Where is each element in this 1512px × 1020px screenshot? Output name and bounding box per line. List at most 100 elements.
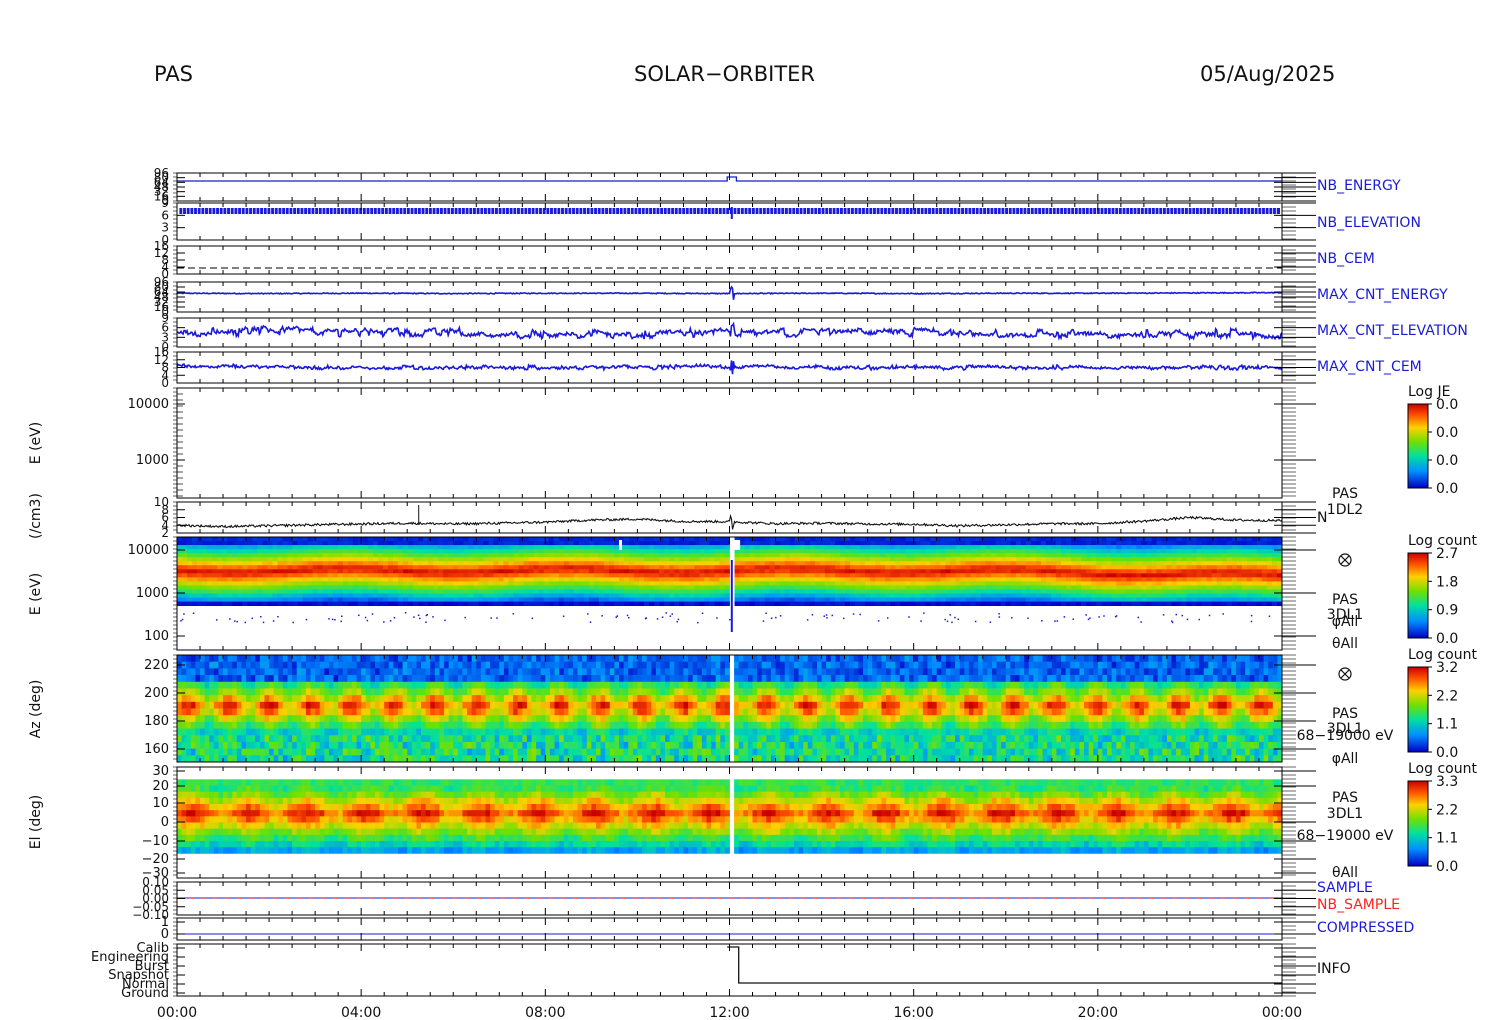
e-spectrogram-cell <box>980 577 987 582</box>
e-spectrogram-cell <box>1201 545 1208 550</box>
az-cell <box>388 701 394 709</box>
az-cell <box>282 681 288 689</box>
e-spectrogram-cell <box>890 577 896 582</box>
az-cell <box>186 715 192 723</box>
e-spectrogram-cell <box>262 573 268 578</box>
e-spectrogram-cell <box>423 573 429 578</box>
az-cell <box>264 728 270 736</box>
e-spectrogram-cell <box>1081 589 1087 594</box>
e-spectrogram-dot <box>729 618 731 621</box>
e-spectrogram-cell <box>608 561 615 566</box>
e-spectrogram-cell <box>332 557 339 562</box>
e-spectrogram-cell <box>789 565 796 570</box>
e-spectrogram-cell <box>197 589 203 594</box>
e-spectrogram-cell <box>1176 561 1182 566</box>
e-spectrogram-cell <box>975 553 982 558</box>
az-cell <box>213 728 219 736</box>
e-spectrogram-cell <box>498 569 504 574</box>
az-cell <box>398 688 403 696</box>
e-spectrogram-cell <box>819 585 826 590</box>
az-cell <box>310 695 316 703</box>
e-spectrogram-cell <box>985 545 992 550</box>
e-spectrogram-cell <box>267 549 273 554</box>
az-cell <box>388 728 394 736</box>
e-spectrogram-cell <box>603 577 610 582</box>
e-spectrogram-cell <box>498 553 504 558</box>
e-spectrogram-cell <box>297 601 303 607</box>
e-spectrogram-cell <box>1151 557 1157 562</box>
az-cell <box>264 715 270 723</box>
e-spectrogram-cell <box>1191 597 1198 602</box>
e-spectrogram-cell <box>709 601 715 607</box>
e-spectrogram-cell <box>1151 593 1157 598</box>
e-spectrogram-cell <box>222 565 228 570</box>
az-cell <box>241 721 247 729</box>
e-spectrogram-cell <box>990 593 997 598</box>
e-spectrogram-cell <box>1050 597 1057 602</box>
e-spectrogram-cell <box>202 553 208 558</box>
e-spectrogram-cell <box>573 565 580 570</box>
e-spectrogram-cell <box>438 585 444 590</box>
e-spectrogram-cell <box>277 601 283 607</box>
e-spectrogram-cell <box>438 541 444 546</box>
e-spectrogram-cell <box>1211 565 1218 570</box>
e-spectrogram-cell <box>362 589 369 594</box>
e-spectrogram-cell <box>634 593 640 598</box>
e-spectrogram-cell <box>237 581 243 586</box>
e-spectrogram-cell <box>699 553 705 558</box>
e-spectrogram-cell <box>593 537 600 542</box>
az-cell <box>218 708 224 716</box>
e-spectrogram-cell <box>292 549 298 554</box>
e-spectrogram-cell <box>885 577 891 582</box>
e-spectrogram-cell <box>538 577 545 582</box>
e-spectrogram-cell <box>714 561 720 566</box>
e-spectrogram-cell <box>1241 577 1248 582</box>
e-spectrogram-cell <box>739 545 745 550</box>
e-spectrogram-cell <box>337 557 344 562</box>
e-spectrogram-cell <box>372 537 379 542</box>
e-spectrogram-cell <box>794 585 801 590</box>
e-spectrogram-cell <box>759 569 766 574</box>
az-cell <box>342 688 348 696</box>
e-spectrogram-cell <box>990 565 997 570</box>
e-spectrogram-cell <box>754 541 761 546</box>
e-spectrogram-cell <box>272 581 278 586</box>
e-spectrogram-cell <box>382 581 389 586</box>
e-spectrogram-cell <box>809 593 816 598</box>
e-spectrogram-cell <box>739 577 745 582</box>
az-cell <box>287 675 293 683</box>
az-cell <box>292 675 298 683</box>
e-spectrogram-cell <box>1266 573 1273 578</box>
e-spectrogram-cell <box>553 565 560 570</box>
e-spectrogram-cell <box>885 541 891 546</box>
az-cell <box>204 721 210 729</box>
e-spectrogram-cell <box>458 541 464 546</box>
az-cell <box>379 661 385 669</box>
e-spectrogram-cell <box>920 593 926 598</box>
e-spectrogram-cell <box>1151 573 1157 578</box>
e-spectrogram-cell <box>483 601 489 607</box>
az-cell <box>186 741 192 750</box>
az-cell <box>342 681 348 689</box>
e-spectrogram-cell <box>398 549 404 554</box>
e-spectrogram-cell <box>423 589 429 594</box>
e-spectrogram-cell <box>699 557 705 562</box>
az-cell <box>186 721 192 729</box>
e-spectrogram-cell <box>332 581 339 586</box>
e-spectrogram-cell <box>357 549 364 554</box>
e-spectrogram-cell <box>965 581 971 586</box>
e-spectrogram-cell <box>262 581 268 586</box>
e-spectrogram-cell <box>1030 541 1037 546</box>
e-spectrogram-cell <box>1236 573 1243 578</box>
az-cell <box>223 755 229 763</box>
e-spectrogram-cell <box>649 573 655 578</box>
e-spectrogram-cell <box>1151 597 1157 602</box>
e-spectrogram-cell <box>307 557 314 562</box>
e-spectrogram-cell <box>945 585 951 590</box>
e-spectrogram-cell <box>433 541 439 546</box>
e-spectrogram-cell <box>774 565 781 570</box>
e-spectrogram-cell <box>734 597 740 602</box>
e-spectrogram-cell <box>1176 601 1182 607</box>
e-spectrogram-cell <box>267 601 273 607</box>
e-spectrogram-cell <box>282 601 288 607</box>
